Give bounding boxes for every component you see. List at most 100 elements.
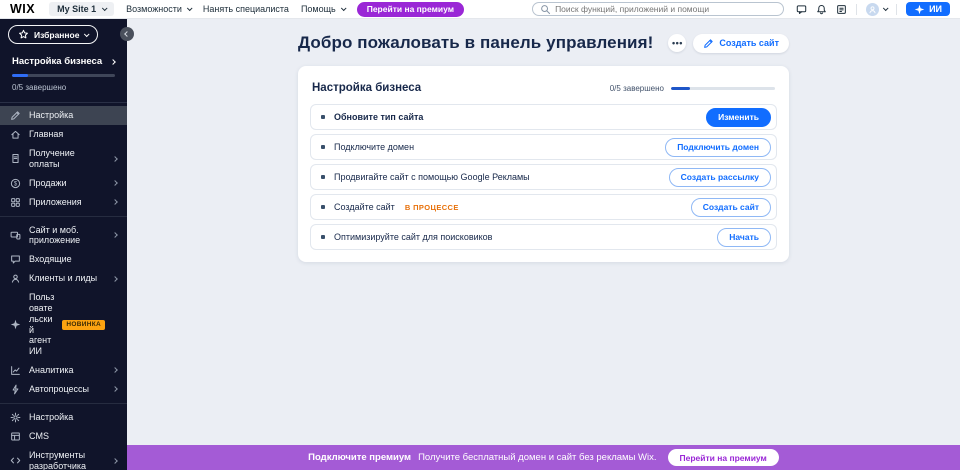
sidebar-item-label: Главная xyxy=(29,129,105,140)
sidebar-item-analytics[interactable]: Аналитика xyxy=(0,361,127,380)
sidebar-item-apps[interactable]: Приложения xyxy=(0,193,127,212)
chevron-right-icon xyxy=(112,156,118,162)
sidebar-item-label: Настройка xyxy=(29,110,105,121)
nav-features-label: Возможности xyxy=(126,4,182,14)
setup-progress-header[interactable]: Настройка бизнеса xyxy=(12,56,115,67)
task-row-connect-domain: Подключите домен Подключить домен xyxy=(310,134,777,160)
gear-icon xyxy=(10,412,21,423)
analytics-icon xyxy=(10,365,21,376)
contacts-icon xyxy=(10,273,21,284)
sidebar-divider xyxy=(0,216,127,217)
card-progress-bar xyxy=(671,87,775,90)
setup-progress-bar xyxy=(12,74,115,77)
inbox-icon xyxy=(10,254,21,265)
task-label: Создайте сайт xyxy=(334,202,395,212)
more-options-button[interactable]: ••• xyxy=(668,34,686,52)
favorites-label: Избранное xyxy=(34,30,79,40)
upgrade-premium-button[interactable]: Перейти на премиум xyxy=(357,2,464,17)
chevron-right-icon xyxy=(112,180,118,186)
task-action-create-site[interactable]: Создать сайт xyxy=(691,198,771,217)
sidebar-item-label: Приложения xyxy=(29,197,105,208)
sidebar-item-home[interactable]: Главная xyxy=(0,125,127,144)
sidebar-top: Избранное xyxy=(0,19,127,48)
site-menu-label: My Site 1 xyxy=(57,4,96,14)
chevron-down-icon xyxy=(84,31,90,37)
search-input[interactable] xyxy=(555,4,776,14)
code-icon xyxy=(10,455,21,466)
new-badge: НОВИНКА xyxy=(62,320,105,330)
setup-progress-label: 0/5 завершено xyxy=(12,83,115,92)
go-premium-button[interactable]: Перейти на премиум xyxy=(668,449,779,466)
app-launcher-icon[interactable] xyxy=(836,4,847,15)
sidebar-item-label: Аналитика xyxy=(29,365,105,376)
card-progress: 0/5 завершено xyxy=(610,84,775,93)
task-action-update-site-type[interactable]: Изменить xyxy=(706,108,771,127)
favorites-dropdown[interactable]: Избранное xyxy=(8,25,98,44)
topbar-icons: ИИ xyxy=(796,2,950,16)
sidebar-item-cms[interactable]: CMS xyxy=(0,427,127,446)
chevron-right-icon xyxy=(110,59,116,65)
sidebar-item-payments[interactable]: Получение оплаты xyxy=(0,144,127,174)
sidebar-item-setup[interactable]: Настройка xyxy=(0,106,127,125)
business-setup-card: Настройка бизнеса 0/5 завершено Обновите… xyxy=(298,66,789,262)
create-site-label: Создать сайт xyxy=(719,38,779,48)
notifications-bell-icon[interactable] xyxy=(816,4,827,15)
sidebar-menu: Настройка Главная Получение оплаты $ Про… xyxy=(0,103,127,470)
sidebar-setup-progress: Настройка бизнеса 0/5 завершено xyxy=(0,48,127,103)
star-icon xyxy=(18,29,29,40)
search-icon xyxy=(540,4,551,15)
task-action-connect-domain[interactable]: Подключить домен xyxy=(665,138,771,157)
automation-icon xyxy=(10,384,21,395)
ai-button-label: ИИ xyxy=(929,4,942,14)
card-progress-fill xyxy=(671,87,690,90)
nav-help-label: Помощь xyxy=(301,4,336,14)
pencil-icon xyxy=(10,110,21,121)
home-icon xyxy=(10,129,21,140)
task-action-seo[interactable]: Начать xyxy=(717,228,771,247)
apps-icon xyxy=(10,197,21,208)
sidebar-item-label: Продажи xyxy=(29,178,105,189)
premium-banner: Подключите премиум Получите бесплатный д… xyxy=(127,445,960,470)
task-row-create-site: Создайте сайт В ПРОЦЕССЕ Создать сайт xyxy=(310,194,777,220)
card-progress-label: 0/5 завершено xyxy=(610,84,664,93)
ai-assistant-button[interactable]: ИИ xyxy=(906,2,950,16)
invoice-icon xyxy=(10,153,21,164)
card-title: Настройка бизнеса xyxy=(312,82,421,94)
site-menu-dropdown[interactable]: My Site 1 xyxy=(49,2,114,16)
sparkle-icon xyxy=(914,4,925,15)
divider xyxy=(896,4,897,15)
chevron-right-icon xyxy=(112,368,118,374)
setup-progress-fill xyxy=(12,74,28,77)
sidebar-item-ai-agent[interactable]: Пользовательский агент ИИ НОВИНКА xyxy=(0,288,127,361)
task-label: Оптимизируйте сайт для поисковиков xyxy=(334,232,492,242)
chevron-down-icon xyxy=(883,5,889,11)
sidebar-item-inbox[interactable]: Входящие xyxy=(0,250,127,269)
chevron-right-icon xyxy=(112,276,118,282)
avatar xyxy=(866,3,879,16)
sidebar-collapse-button[interactable] xyxy=(120,27,134,41)
task-action-google-ads[interactable]: Создать рассылку xyxy=(669,168,771,187)
page-title: Добро пожаловать в панель управления! xyxy=(298,33,653,53)
bullet-icon xyxy=(321,205,325,209)
sidebar-item-label: CMS xyxy=(29,431,105,442)
task-row-update-site-type: Обновите тип сайта Изменить xyxy=(310,104,777,130)
nav-help[interactable]: Помощь xyxy=(301,4,345,14)
sidebar-item-dev-tools[interactable]: Инструменты разработчика xyxy=(0,446,127,470)
wix-logo: WIX xyxy=(10,2,35,16)
sidebar-item-site-mobile-app[interactable]: Сайт и моб. приложение xyxy=(0,221,127,251)
nav-hire-professional[interactable]: Нанять специалиста xyxy=(203,4,289,14)
pencil-icon xyxy=(703,38,714,49)
chat-icon[interactable] xyxy=(796,4,807,15)
account-menu[interactable] xyxy=(866,3,887,16)
create-site-button[interactable]: Создать сайт xyxy=(693,34,789,53)
bullet-icon xyxy=(321,115,325,119)
svg-text:$: $ xyxy=(14,181,18,187)
sidebar-item-contacts-leads[interactable]: Клиенты и лиды xyxy=(0,269,127,288)
sidebar-item-settings[interactable]: Настройка xyxy=(0,408,127,427)
global-search[interactable] xyxy=(532,2,784,16)
chevron-right-icon xyxy=(112,199,118,205)
sidebar-item-sales[interactable]: $ Продажи xyxy=(0,174,127,193)
nav-features[interactable]: Возможности xyxy=(126,4,191,14)
sidebar-item-automations[interactable]: Автопроцессы xyxy=(0,380,127,399)
dollar-icon: $ xyxy=(10,178,21,189)
